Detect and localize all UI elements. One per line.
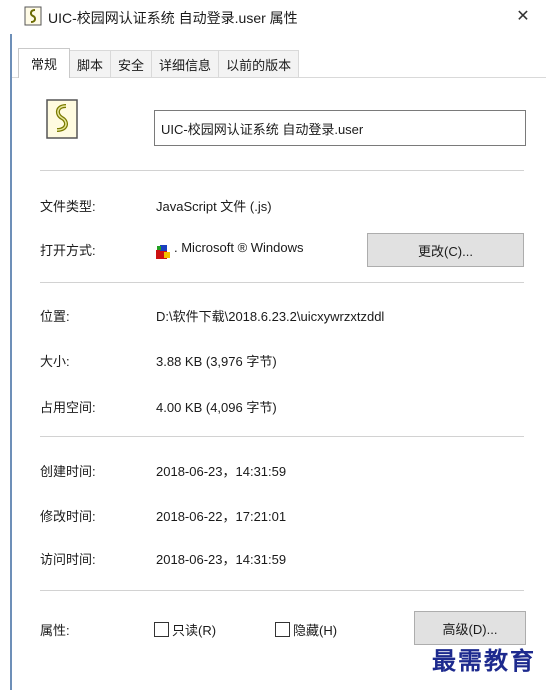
readonly-checkbox-label: 只读(R) (172, 623, 217, 638)
file-type-value: JavaScript 文件 (.js) (156, 199, 272, 214)
script-file-large-icon (46, 99, 78, 139)
tab-general[interactable]: 常规 (18, 48, 71, 78)
opens-with-value: . Microsoft ® Windows (174, 240, 304, 255)
tab-bar: 常规 脚本 安全 详细信息 以前的版本 (18, 48, 300, 78)
title-bar: UIC-校园网认证系统 自动登录.user 属性 ✕ (0, 0, 546, 34)
window-title: UIC-校园网认证系统 自动登录.user 属性 (48, 10, 298, 26)
location-label: 位置: (40, 309, 70, 324)
attributes-label: 属性: (40, 623, 70, 638)
readonly-checkbox[interactable]: 只读(R) (154, 620, 216, 639)
script-file-icon (24, 6, 42, 26)
file-name-input[interactable] (154, 110, 526, 146)
general-panel (12, 77, 546, 690)
modified-label: 修改时间: (40, 509, 96, 524)
tab-security[interactable]: 安全 (110, 50, 153, 78)
size-on-disk-value: 4.00 KB (4,096 字节) (156, 400, 277, 415)
separator (40, 590, 524, 591)
separator (40, 170, 524, 171)
separator (40, 282, 524, 283)
tab-details[interactable]: 详细信息 (151, 50, 220, 78)
separator (40, 436, 524, 437)
watermark-text: 最需教育 (432, 646, 536, 675)
tab-script[interactable]: 脚本 (69, 50, 112, 78)
modified-value: 2018-06-22，17:21:01 (156, 509, 287, 524)
size-on-disk-label: 占用空间: (40, 400, 96, 415)
size-value: 3.88 KB (3,976 字节) (156, 354, 277, 369)
accessed-value: 2018-06-23，14:31:59 (156, 552, 287, 567)
advanced-button[interactable]: 高级(D)... (414, 611, 526, 645)
hidden-checkbox[interactable]: 隐藏(H) (275, 620, 337, 639)
hidden-checkbox-box[interactable] (275, 622, 290, 637)
created-label: 创建时间: (40, 464, 96, 479)
accessed-label: 访问时间: (40, 552, 96, 567)
change-button[interactable]: 更改(C)... (367, 233, 524, 267)
windows-script-host-icon (156, 245, 170, 259)
opens-with-label: 打开方式: (40, 243, 96, 258)
tab-previous-versions[interactable]: 以前的版本 (218, 50, 300, 78)
size-label: 大小: (40, 354, 70, 369)
created-value: 2018-06-23，14:31:59 (156, 464, 287, 479)
close-button[interactable]: ✕ (500, 0, 546, 32)
hidden-checkbox-label: 隐藏(H) (293, 623, 338, 638)
file-type-label: 文件类型: (40, 199, 96, 214)
location-value: D:\软件下载\2018.6.23.2\uicxywrzxtzddl (156, 309, 385, 324)
readonly-checkbox-box[interactable] (154, 622, 169, 637)
